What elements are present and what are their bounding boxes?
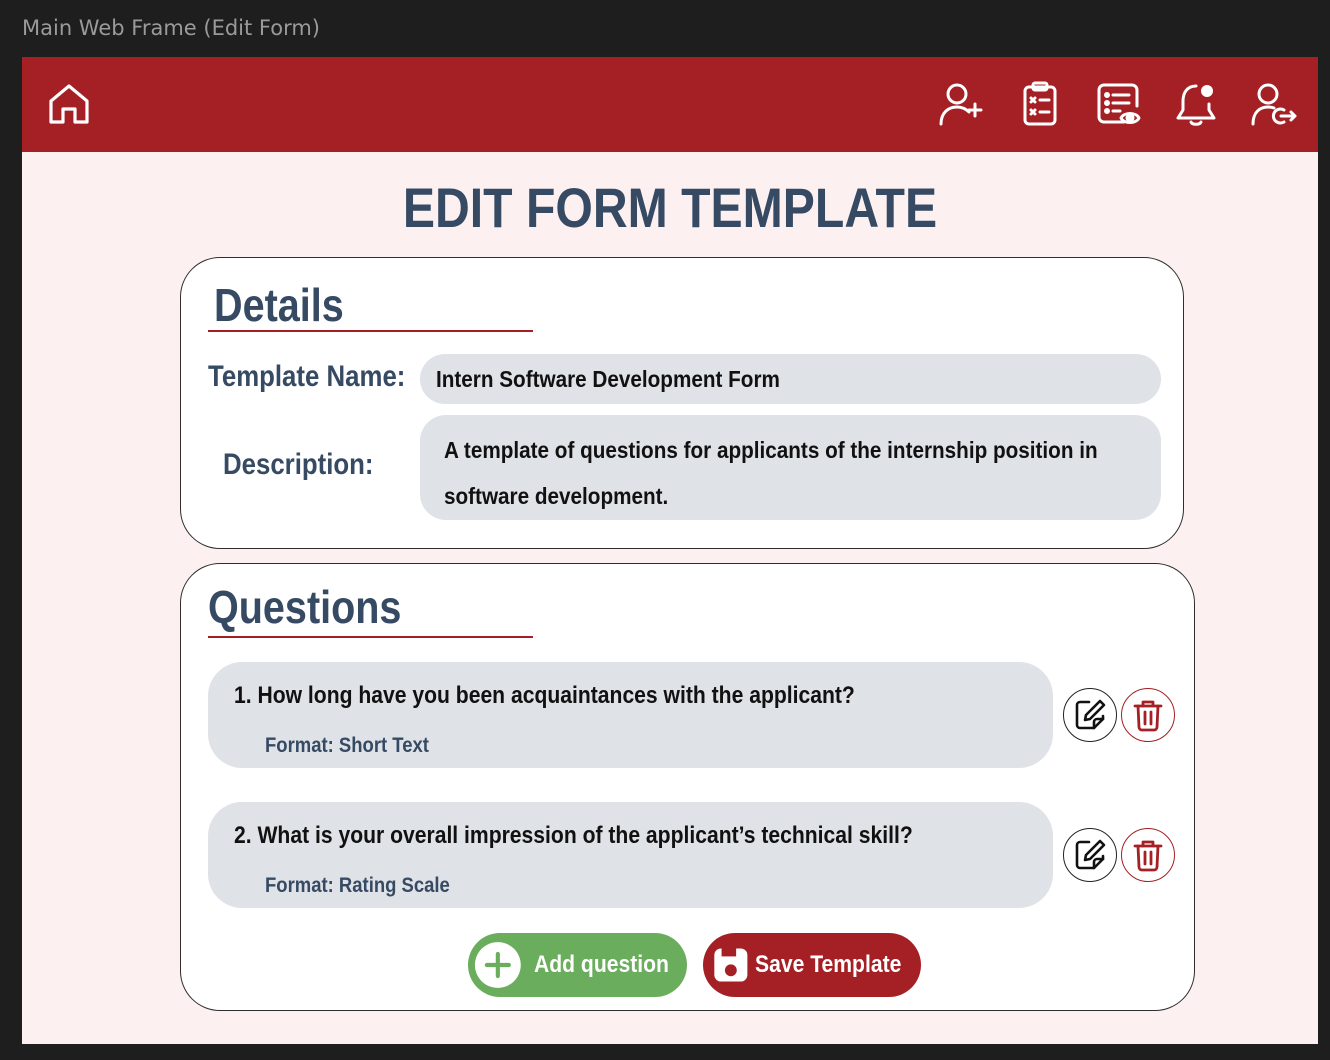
delete-question-button[interactable]	[1121, 828, 1175, 882]
description-value: A template of questions for applicants o…	[444, 437, 1098, 509]
save-template-label: Save Template	[754, 951, 902, 978]
add-user-icon[interactable]	[936, 79, 986, 129]
template-name-value: Intern Software Development Form	[436, 366, 780, 392]
window-title: Main Web Frame (Edit Form)	[22, 16, 320, 40]
view-forms-icon[interactable]	[1093, 79, 1143, 129]
notification-bell-icon[interactable]	[1171, 79, 1221, 129]
template-name-field[interactable]: Intern Software Development Form	[420, 354, 1161, 404]
main-web-frame: EDIT FORM TEMPLATE Details Template Name…	[22, 57, 1318, 1044]
details-heading: Details	[214, 279, 344, 331]
trash-icon	[1133, 700, 1163, 732]
clipboard-checklist-icon[interactable]	[1015, 79, 1065, 129]
home-icon[interactable]	[44, 79, 94, 129]
question-format: Format: Short Text	[265, 734, 429, 757]
description-label: Description:	[223, 448, 374, 481]
question-row[interactable]: 2. What is your overall impression of th…	[208, 802, 1053, 908]
page-title: EDIT FORM TEMPLATE	[402, 176, 938, 239]
edit-icon	[1075, 839, 1106, 870]
plus-circle-icon	[474, 942, 521, 988]
description-field[interactable]: A template of questions for applicants o…	[420, 415, 1161, 520]
questions-card: Questions 1. How long have you been acqu…	[180, 563, 1195, 1011]
template-name-label: Template Name:	[208, 360, 406, 393]
question-format: Format: Rating Scale	[265, 874, 450, 897]
logout-icon[interactable]	[1249, 79, 1299, 129]
question-text: 1. How long have you been acquaintances …	[234, 682, 855, 709]
question-row[interactable]: 1. How long have you been acquaintances …	[208, 662, 1053, 768]
save-disk-icon	[714, 948, 748, 982]
add-question-button[interactable]: Add question	[468, 933, 687, 997]
delete-question-button[interactable]	[1121, 688, 1175, 742]
top-navbar	[22, 57, 1318, 152]
add-question-label: Add question	[533, 951, 669, 978]
details-card: Details Template Name: Intern Software D…	[180, 257, 1184, 549]
edit-icon	[1075, 699, 1106, 730]
edit-question-button[interactable]	[1063, 828, 1117, 882]
edit-question-button[interactable]	[1063, 688, 1117, 742]
question-text: 2. What is your overall impression of th…	[234, 822, 913, 849]
questions-heading: Questions	[208, 581, 402, 633]
save-template-button[interactable]: Save Template	[703, 933, 921, 997]
details-heading-underline	[208, 330, 533, 332]
questions-heading-underline	[208, 636, 533, 638]
trash-icon	[1133, 840, 1163, 872]
